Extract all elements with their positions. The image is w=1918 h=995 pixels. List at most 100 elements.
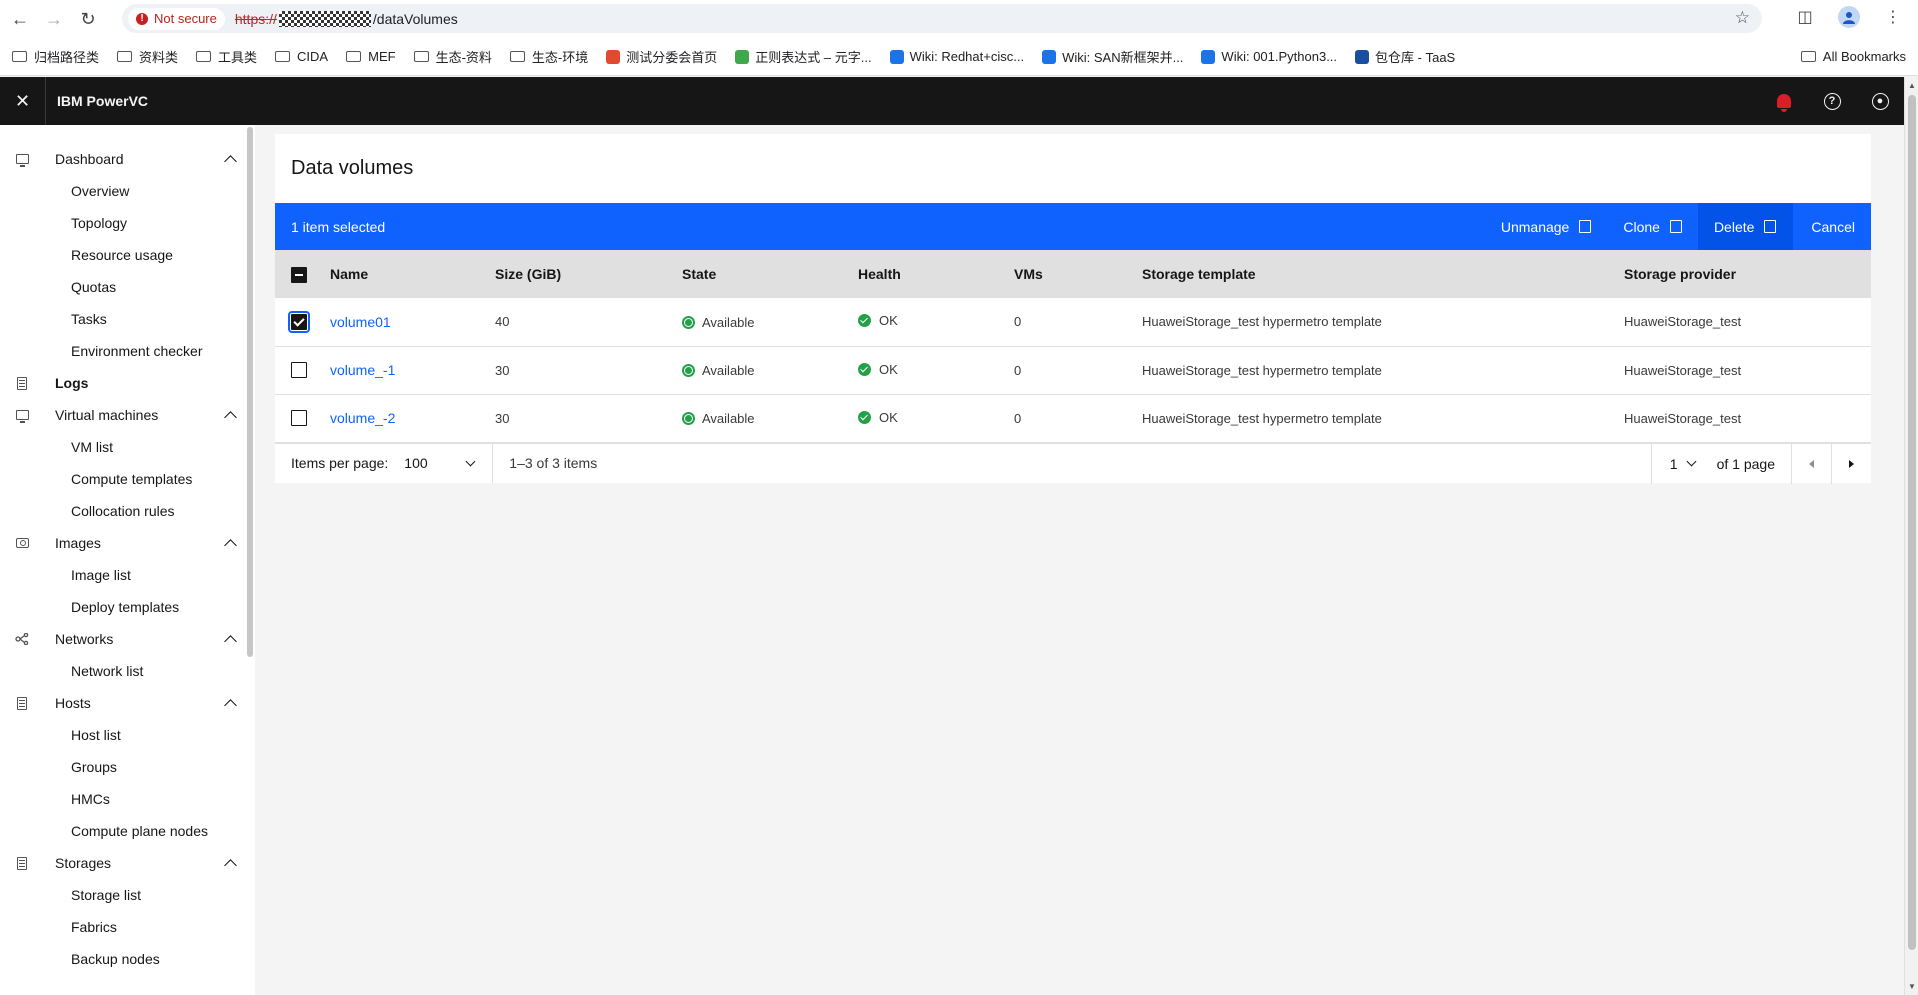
trash-icon: [1764, 220, 1777, 233]
select-all-checkbox[interactable]: [291, 266, 307, 283]
nav-item-tasks[interactable]: Tasks: [0, 303, 255, 335]
nav-item-compute-templates[interactable]: Compute templates: [0, 463, 255, 495]
close-nav-icon[interactable]: ✕: [0, 77, 46, 125]
scroll-up-icon[interactable]: ▲: [1908, 81, 1916, 90]
security-chip[interactable]: ! Not secure: [128, 7, 225, 30]
bookmark-item[interactable]: 测试分委会首页: [606, 47, 717, 66]
next-page-button[interactable]: [1831, 443, 1871, 484]
health-cell: OK: [858, 394, 1014, 442]
bookmark-item[interactable]: Wiki: 001.Python3...: [1201, 49, 1337, 64]
bookmark-item[interactable]: 生态-资料: [413, 47, 492, 66]
volumes-table: Name Size (GiB) State Health VMs Storage…: [275, 250, 1871, 443]
state-text: Available: [702, 314, 755, 330]
prev-page-button[interactable]: [1791, 443, 1831, 484]
help-button[interactable]: ?: [1808, 77, 1856, 125]
nav-item-backup-nodes[interactable]: Backup nodes: [0, 943, 255, 975]
row-checkbox[interactable]: [291, 362, 307, 379]
items-per-page-select[interactable]: 100: [404, 455, 476, 471]
col-vms[interactable]: VMs: [1014, 250, 1142, 298]
reload-icon[interactable]: ↻: [74, 5, 102, 33]
notifications-button[interactable]: [1760, 77, 1808, 125]
delete-button[interactable]: Delete: [1697, 203, 1793, 250]
bookmark-star-icon[interactable]: ☆: [1735, 8, 1750, 28]
name-cell: volume01: [330, 298, 495, 346]
nav-item-logs[interactable]: Logs: [0, 367, 255, 399]
page-scrollbar[interactable]: ▲ ▼: [1904, 77, 1918, 995]
state-cell: Available: [682, 298, 858, 346]
bookmark-item[interactable]: 归档路径类: [12, 47, 99, 66]
nav-group-storages[interactable]: Storages: [0, 847, 255, 879]
vms-cell: 0: [1014, 314, 1022, 330]
col-name[interactable]: Name: [330, 250, 495, 298]
nav-group-networks[interactable]: Networks: [0, 623, 255, 655]
user-button[interactable]: ●: [1856, 77, 1904, 125]
bookmark-item[interactable]: Wiki: Redhat+cisc...: [889, 49, 1024, 64]
available-icon: [682, 315, 695, 329]
all-bookmarks[interactable]: All Bookmarks: [1800, 49, 1906, 64]
unmanage-button[interactable]: Unmanage: [1485, 203, 1608, 250]
bookmark-item[interactable]: 生态-环境: [509, 47, 588, 66]
profile-icon[interactable]: [1838, 6, 1860, 28]
bookmark-item[interactable]: CIDA: [275, 49, 328, 64]
bookmark-item[interactable]: 包仓库 - TaaS: [1355, 47, 1455, 66]
name-cell: volume_-2: [330, 394, 495, 442]
sidenav-scrollbar[interactable]: [247, 127, 253, 657]
page-select[interactable]: 1: [1650, 443, 1713, 484]
bookmark-item[interactable]: MEF: [346, 49, 396, 64]
nav-item-hmcs[interactable]: HMCs: [0, 783, 255, 815]
nav-item-vm-list[interactable]: VM list: [0, 431, 255, 463]
nav-item-environment-checker[interactable]: Environment checker: [0, 335, 255, 367]
provider-cell: HuaweiStorage_test: [1624, 314, 1742, 330]
bookmark-item[interactable]: 工具类: [196, 47, 257, 66]
nav-item-host-list[interactable]: Host list: [0, 719, 255, 751]
nav-group-label: Logs: [55, 375, 89, 391]
nav-item-image-list[interactable]: Image list: [0, 559, 255, 591]
nav-item-network-list[interactable]: Network list: [0, 655, 255, 687]
nav-item-resource-usage[interactable]: Resource usage: [0, 239, 255, 271]
volume-link[interactable]: volume01: [330, 314, 391, 330]
bookmark-item[interactable]: 资料类: [117, 47, 178, 66]
nav-item-deploy-templates[interactable]: Deploy templates: [0, 591, 255, 623]
nav-group-hosts[interactable]: Hosts: [0, 687, 255, 719]
extensions-icon[interactable]: ◫: [1794, 6, 1816, 28]
bookmark-item[interactable]: Wiki: SAN新框架并...: [1042, 47, 1183, 66]
row-select-cell: [275, 394, 330, 442]
col-storage-provider[interactable]: Storage provider: [1624, 250, 1871, 298]
row-checkbox[interactable]: [288, 311, 310, 334]
col-state[interactable]: State: [682, 250, 858, 298]
scroll-down-icon[interactable]: ▼: [1908, 982, 1916, 991]
nav-group-dashboard[interactable]: Dashboard: [0, 143, 255, 175]
row-checkbox[interactable]: [291, 410, 307, 427]
favicon-icon: [1355, 49, 1370, 64]
forward-icon[interactable]: →: [40, 5, 68, 33]
nav-group-label: Images: [55, 535, 101, 551]
cancel-button[interactable]: Cancel: [1792, 203, 1871, 250]
nav-item-groups[interactable]: Groups: [0, 751, 255, 783]
nav-item-fabrics[interactable]: Fabrics: [0, 911, 255, 943]
nav-item-quotas[interactable]: Quotas: [0, 271, 255, 303]
table-row: volume_-2 30 Available OK 0 HuaweiStorag…: [275, 394, 1871, 442]
nav-item-storage-list[interactable]: Storage list: [0, 879, 255, 911]
nav-item-compute-plane-nodes[interactable]: Compute plane nodes: [0, 815, 255, 847]
col-storage-template[interactable]: Storage template: [1142, 250, 1624, 298]
table-row: volume_-1 30 Available OK 0 HuaweiStorag…: [275, 346, 1871, 394]
nav-group-virtual-machines[interactable]: Virtual machines: [0, 399, 255, 431]
nav-item-topology[interactable]: Topology: [0, 207, 255, 239]
nav-item-collocation-rules[interactable]: Collocation rules: [0, 495, 255, 527]
monitor-icon: [15, 408, 29, 423]
user-icon: ●: [1871, 92, 1889, 110]
folder-icon: [1800, 51, 1816, 62]
volume-link[interactable]: volume_-2: [330, 410, 395, 426]
volume-link[interactable]: volume_-1: [330, 362, 395, 378]
menu-kebab-icon[interactable]: ⋮: [1882, 6, 1904, 28]
clone-button[interactable]: Clone: [1607, 203, 1698, 250]
bookmark-item[interactable]: 正则表达式 – 元字...: [735, 47, 872, 66]
nav-group-images[interactable]: Images: [0, 527, 255, 559]
address-bar[interactable]: ! Not secure https:// /dataVolumes ☆: [122, 4, 1762, 33]
nav-item-overview[interactable]: Overview: [0, 175, 255, 207]
col-size[interactable]: Size (GiB): [495, 250, 682, 298]
back-icon[interactable]: ←: [6, 5, 34, 33]
col-health[interactable]: Health: [858, 250, 1014, 298]
security-label: Not secure: [154, 11, 217, 26]
scrollbar-thumb[interactable]: [1908, 95, 1916, 950]
